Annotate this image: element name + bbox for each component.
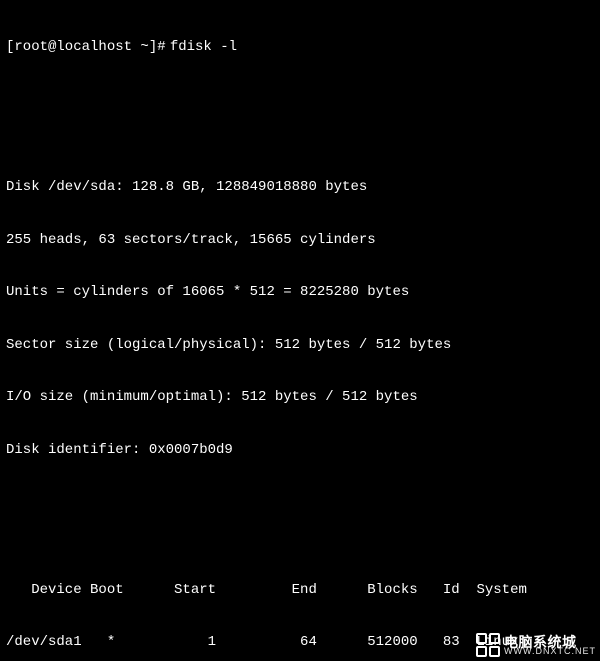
- disk-io: I/O size (minimum/optimal): 512 bytes / …: [6, 389, 594, 407]
- shell-prompt: [root@localhost ~]#: [6, 39, 166, 57]
- disk-ident: Disk identifier: 0x0007b0d9: [6, 442, 594, 460]
- command: fdisk -l: [170, 39, 237, 57]
- disk-geom: 255 heads, 63 sectors/track, 15665 cylin…: [6, 232, 594, 250]
- disk-sector: Sector size (logical/physical): 512 byte…: [6, 337, 594, 355]
- partition-table-header: Device Boot Start End Blocks Id System: [6, 582, 594, 600]
- terminal-output[interactable]: [root@localhost ~]# fdisk -l Disk /dev/s…: [0, 0, 600, 661]
- disk-header: Disk /dev/sda: 128.8 GB, 128849018880 by…: [6, 179, 594, 197]
- partition-row: /dev/sda1 * 1 64 512000 83 Linux: [6, 634, 594, 652]
- disk-units: Units = cylinders of 16065 * 512 = 82252…: [6, 284, 594, 302]
- prompt-line: [root@localhost ~]# fdisk -l: [6, 39, 594, 57]
